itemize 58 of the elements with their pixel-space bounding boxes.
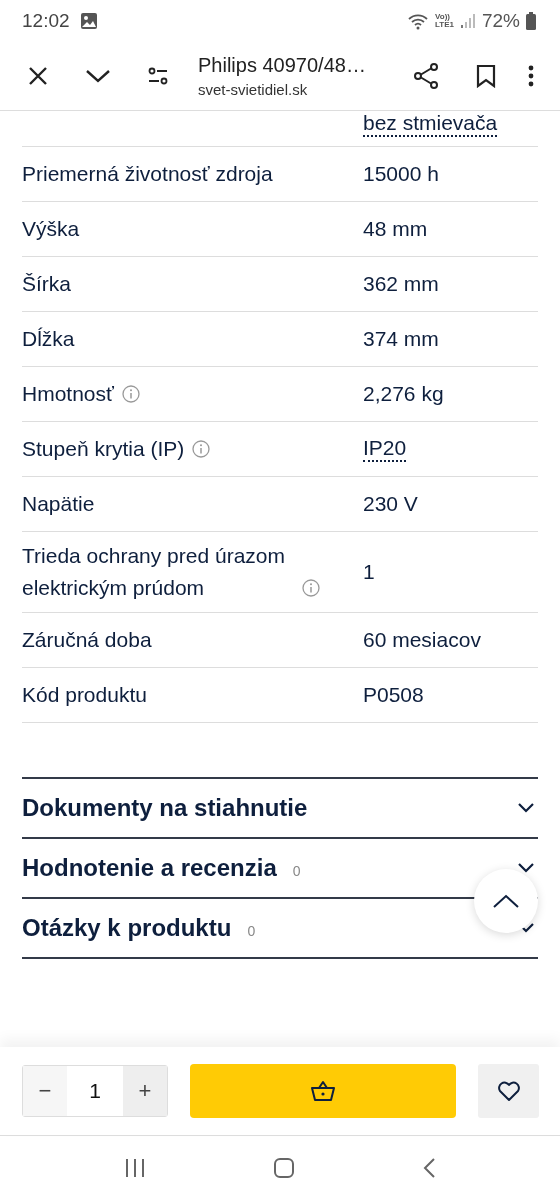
- spec-value: 1: [363, 559, 375, 585]
- battery-icon: [526, 12, 536, 30]
- spec-label: Kód produktu: [22, 682, 147, 708]
- accordion-title[interactable]: Dokumenty na stiahnutie: [22, 794, 308, 822]
- spec-label: Napätie: [22, 491, 95, 517]
- chevron-up-icon: [492, 893, 520, 909]
- battery-percent: 72%: [481, 10, 520, 32]
- spec-label: Stupeň krytia (IP): [22, 436, 185, 462]
- spec-value: 15000 h: [363, 161, 439, 187]
- quantity-field[interactable]: 1: [67, 1066, 123, 1116]
- spec-label: Trieda ochrany pred úrazom elektrickým prúdom: [22, 543, 286, 601]
- spec-value: IP20: [363, 436, 407, 462]
- accordion-title[interactable]: Hodnotenie a recenzia: [22, 854, 277, 882]
- item-count: 0: [247, 923, 256, 939]
- home-icon[interactable]: [273, 1157, 295, 1179]
- spec-value: 48 mm: [363, 216, 428, 242]
- clock: 12:02: [22, 10, 70, 32]
- chevron-down-icon: [85, 68, 111, 84]
- info-icon[interactable]: [302, 579, 320, 597]
- spec-value: 60 mesiacov: [363, 627, 481, 653]
- back-icon[interactable]: [422, 1157, 437, 1179]
- item-count: 0: [292, 863, 301, 879]
- scroll-to-top-button[interactable]: [474, 869, 538, 933]
- spec-label: Záručná doba: [22, 627, 152, 653]
- increase-button[interactable]: +: [123, 1066, 167, 1116]
- info-icon[interactable]: [121, 385, 140, 403]
- page-title: Philips 40970/48…: [198, 54, 367, 77]
- image-icon: [79, 12, 98, 30]
- spec-label: Šírka: [22, 271, 71, 297]
- signal-icon: [459, 13, 476, 29]
- wishlist-button[interactable]: [478, 1064, 539, 1118]
- spec-value: 374 mm: [363, 326, 439, 352]
- spec-value: 230 V: [363, 491, 418, 517]
- spec-label: Hmotnosť: [22, 381, 114, 407]
- bookmark-icon: [476, 64, 496, 88]
- share-icon: [413, 63, 439, 89]
- spec-value: P0508: [363, 682, 424, 708]
- page-domain: svet-svietidiel.sk: [198, 81, 309, 98]
- accordion-title[interactable]: Otázky k produktu: [22, 914, 232, 942]
- spec-label: Dĺžka: [22, 326, 75, 352]
- wifi-icon: [407, 12, 429, 30]
- chevron-icon[interactable]: [518, 863, 534, 873]
- decrease-button[interactable]: −: [23, 1066, 67, 1116]
- sliders-icon: [147, 65, 169, 87]
- network-label: Vo)): [435, 13, 450, 21]
- spec-value: bez stmievača: [363, 111, 498, 137]
- chevron-icon[interactable]: [518, 803, 534, 813]
- basket-icon: [310, 1080, 336, 1102]
- spec-label: Výška: [22, 216, 80, 242]
- recent-apps-icon[interactable]: [123, 1158, 146, 1178]
- spec-label: Priemerná životnosť zdroja: [22, 161, 273, 187]
- spec-value: 362 mm: [363, 271, 439, 297]
- spec-value: 2,276 kg: [363, 381, 444, 407]
- more-icon: [528, 65, 534, 87]
- info-icon[interactable]: [192, 440, 211, 458]
- close-icon: [27, 65, 49, 87]
- heart-icon: [496, 1080, 521, 1102]
- network-label: LTE1: [435, 21, 454, 29]
